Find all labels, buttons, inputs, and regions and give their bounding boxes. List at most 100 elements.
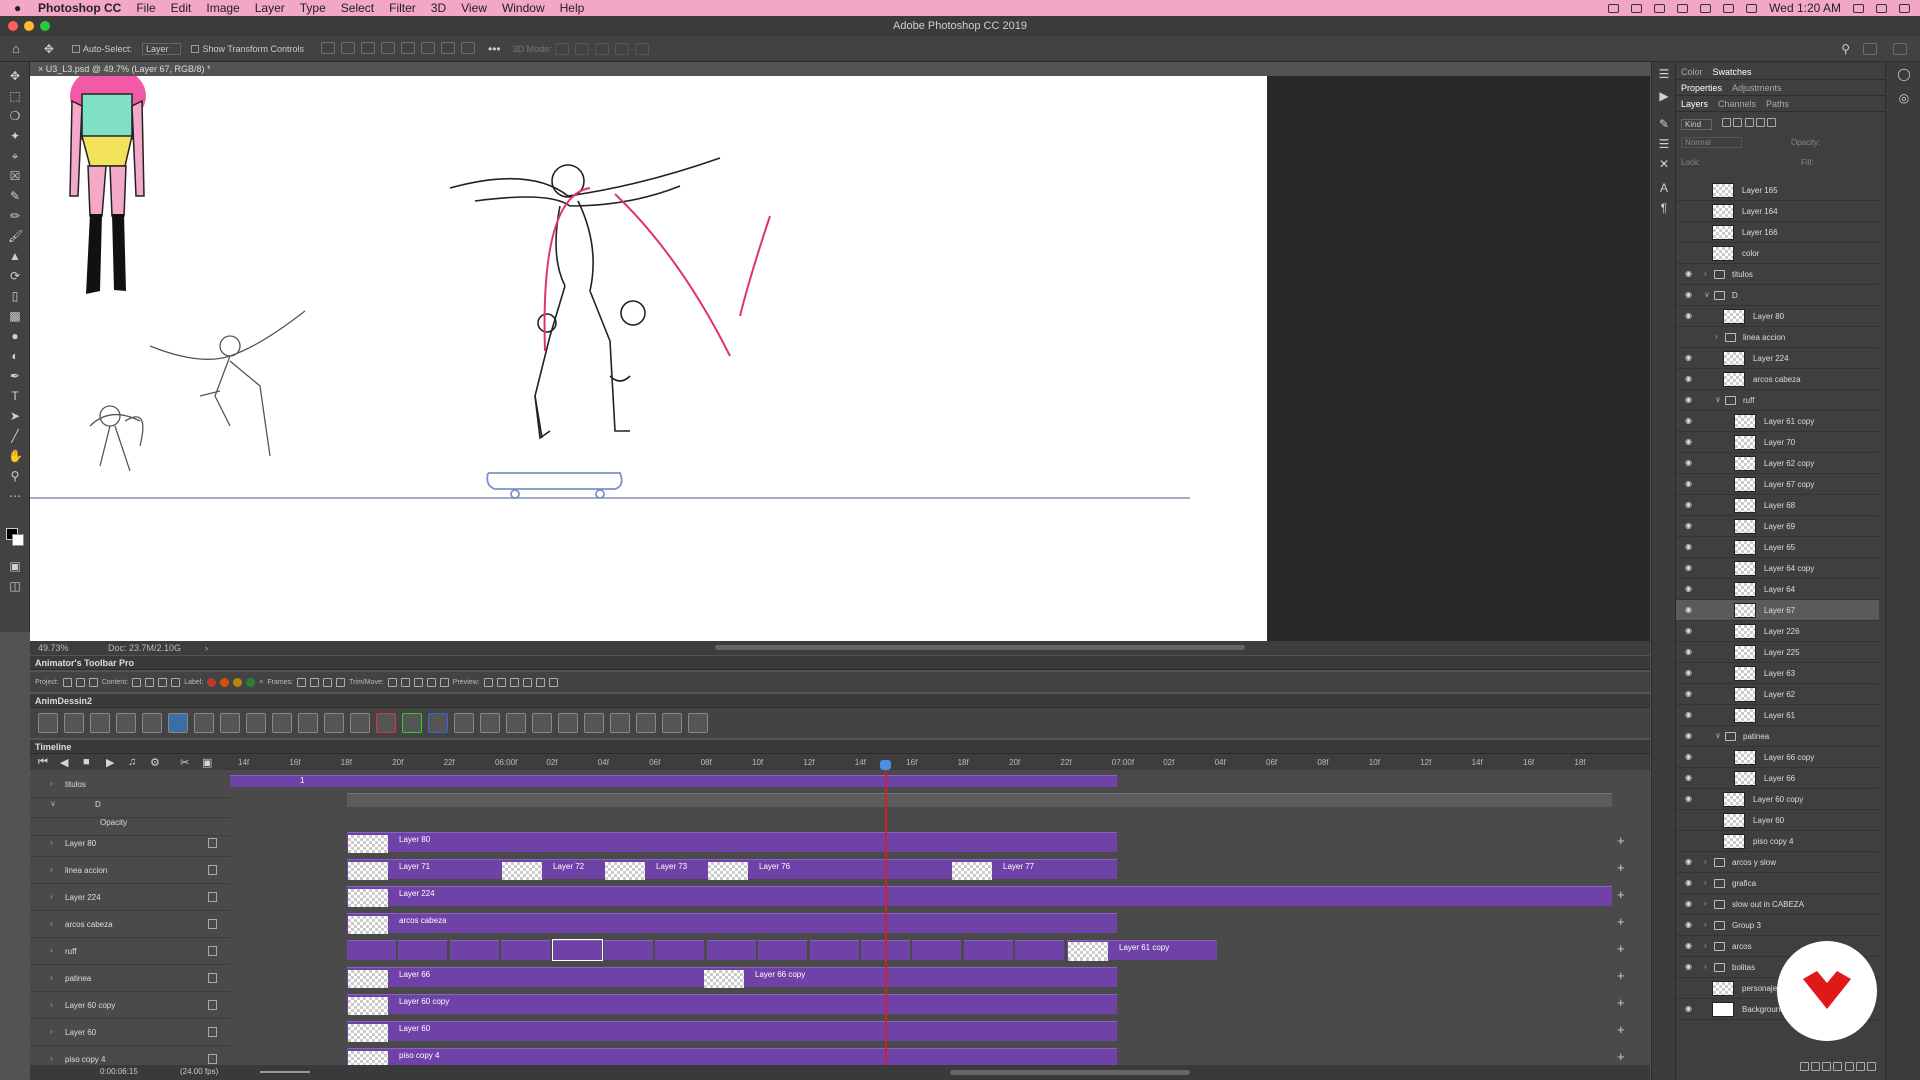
delete-layer-icon[interactable] bbox=[1867, 1062, 1876, 1071]
layer-row[interactable]: › linea accion bbox=[1676, 327, 1879, 348]
add-media-icon[interactable]: + bbox=[1617, 1049, 1625, 1064]
layer-row[interactable]: ◉ › Group 3 bbox=[1676, 915, 1879, 936]
eye-icon[interactable]: ◉ bbox=[1685, 270, 1694, 278]
timeline-clip[interactable]: Layer 224 bbox=[347, 886, 1612, 907]
distribute-icon[interactable] bbox=[441, 41, 456, 54]
menu-filter[interactable]: Filter bbox=[389, 1, 416, 15]
brush-settings-icon[interactable]: ✎ bbox=[1657, 118, 1671, 130]
menu-window[interactable]: Window bbox=[502, 1, 545, 15]
doc-size[interactable]: Doc: 23.7M/2.10G bbox=[108, 641, 181, 655]
move-tool-icon[interactable]: ✥ bbox=[44, 42, 54, 56]
timecode[interactable]: 0:00:06:15 bbox=[100, 1067, 138, 1076]
lasso-tool-icon[interactable]: ❍ bbox=[8, 110, 22, 122]
menu-file[interactable]: File bbox=[136, 1, 155, 15]
healing-brush-icon[interactable]: ✏ bbox=[8, 210, 22, 222]
preview-play-icon[interactable] bbox=[535, 677, 545, 687]
track-film-icon[interactable] bbox=[208, 865, 217, 875]
menu-layer[interactable]: Layer bbox=[255, 1, 285, 15]
layer-row[interactable]: ◉ Layer 225 bbox=[1676, 642, 1879, 663]
timeline-clip[interactable]: Layer 71 bbox=[347, 859, 501, 880]
dodge-tool-icon[interactable]: ◐ bbox=[8, 350, 22, 362]
eye-icon[interactable]: ◉ bbox=[1685, 564, 1694, 572]
preview-bulb-icon[interactable] bbox=[548, 677, 558, 687]
group-bar[interactable] bbox=[347, 793, 1612, 807]
align-left-icon[interactable] bbox=[321, 41, 336, 54]
anim-film-icon[interactable] bbox=[480, 713, 500, 733]
move-tool-icon[interactable]: ✥ bbox=[8, 70, 22, 82]
track-expand-icon[interactable]: › bbox=[50, 865, 53, 874]
eye-icon[interactable]: ◉ bbox=[1685, 354, 1694, 362]
menu-select[interactable]: Select bbox=[341, 1, 374, 15]
tab-adjustments[interactable]: Adjustments bbox=[1732, 83, 1782, 93]
expand-arrow-icon[interactable]: › bbox=[1704, 878, 1707, 887]
layer-row[interactable]: ◉ Layer 63 bbox=[1676, 663, 1879, 684]
stamp-tool-icon[interactable]: ▲ bbox=[8, 250, 22, 262]
eye-icon[interactable]: ◉ bbox=[1685, 543, 1694, 551]
eye-icon[interactable]: ◉ bbox=[1685, 774, 1694, 782]
layer-row[interactable]: ◉ Layer 226 bbox=[1676, 621, 1879, 642]
trim-gear-icon[interactable] bbox=[413, 677, 423, 687]
tab-layers[interactable]: Layers bbox=[1681, 99, 1708, 109]
eye-icon[interactable]: ◉ bbox=[1685, 795, 1694, 803]
3d-pan-icon[interactable] bbox=[594, 42, 609, 55]
layer-row[interactable]: ◉ Layer 61 bbox=[1676, 705, 1879, 726]
add-media-icon[interactable]: + bbox=[1617, 968, 1625, 983]
track-film-icon[interactable] bbox=[208, 892, 217, 902]
eye-icon[interactable]: ◉ bbox=[1685, 690, 1694, 698]
eye-icon[interactable]: ◉ bbox=[1685, 417, 1694, 425]
anim-stamp-icon[interactable] bbox=[688, 713, 708, 733]
layer-row[interactable]: Layer 60 bbox=[1676, 810, 1879, 831]
track-expand-icon[interactable]: › bbox=[50, 779, 53, 788]
lightbulb-icon[interactable]: ◯ bbox=[1897, 68, 1911, 80]
trim-move-icon[interactable] bbox=[439, 677, 449, 687]
eye-icon[interactable]: ◉ bbox=[1685, 438, 1694, 446]
audio-icon[interactable]: ♫ bbox=[128, 756, 136, 768]
add-media-icon[interactable]: + bbox=[1617, 833, 1625, 848]
zoom-level[interactable]: 49.73% bbox=[38, 641, 69, 655]
expand-arrow-icon[interactable]: ∨ bbox=[1715, 731, 1721, 740]
timeline-clip[interactable]: Layer 60 copy bbox=[347, 994, 1117, 1015]
quick-mask-icon[interactable]: ▣ bbox=[8, 560, 22, 572]
timeline-frame-clip[interactable] bbox=[449, 940, 499, 960]
distribute-v-icon[interactable] bbox=[461, 41, 476, 54]
transition-icon[interactable]: ▣ bbox=[202, 756, 212, 769]
eye-icon[interactable]: ◉ bbox=[1685, 522, 1694, 530]
content-gear-icon[interactable] bbox=[158, 677, 168, 687]
track-expand-icon[interactable]: › bbox=[50, 1027, 53, 1036]
layer-row[interactable]: piso copy 4 bbox=[1676, 831, 1879, 852]
new-project-icon[interactable] bbox=[62, 677, 72, 687]
workspace-icon[interactable] bbox=[1863, 42, 1877, 55]
eye-icon[interactable]: ◉ bbox=[1685, 879, 1694, 887]
preview-range-icon[interactable] bbox=[496, 677, 506, 687]
link-layers-icon[interactable] bbox=[1799, 1062, 1809, 1071]
content-brush-icon[interactable] bbox=[132, 677, 142, 687]
timeline-ruler[interactable]: 14f 16f 18f 20f 22f 06:00f 02f 04f 06f 08f 10f 12f 1… bbox=[230, 754, 1642, 770]
gradient-tool-icon[interactable]: ▩ bbox=[8, 310, 22, 322]
timeline-clip[interactable]: arcos cabeza bbox=[347, 913, 1117, 934]
layer-row[interactable]: ◉ Layer 65 bbox=[1676, 537, 1879, 558]
menu-help[interactable]: Help bbox=[560, 1, 585, 15]
tab-color[interactable]: Color bbox=[1681, 67, 1703, 77]
timeline-track-header[interactable]: › Layer 60 + bbox=[30, 1019, 1625, 1046]
anim-new-frame-icon[interactable] bbox=[142, 713, 162, 733]
anim-save-icon[interactable] bbox=[116, 713, 136, 733]
new-layer-icon[interactable] bbox=[1855, 1062, 1865, 1071]
auto-select-checkbox[interactable] bbox=[71, 45, 80, 54]
add-media-icon[interactable]: + bbox=[1617, 860, 1625, 875]
filter-smart-icon[interactable] bbox=[1767, 118, 1777, 127]
label-yellow-button[interactable] bbox=[233, 677, 243, 687]
eye-icon[interactable]: ◉ bbox=[1685, 963, 1694, 971]
filter-kind-dropdown[interactable]: Kind bbox=[1681, 119, 1713, 130]
marquee-tool-icon[interactable]: ⬚ bbox=[8, 90, 22, 102]
apple-icon[interactable]: ● bbox=[14, 2, 28, 14]
filter-pixel-icon[interactable] bbox=[1722, 118, 1732, 127]
playhead-handle[interactable] bbox=[880, 760, 891, 770]
layer-row[interactable]: ◉ Layer 66 copy bbox=[1676, 747, 1879, 768]
timeline-frame-clip[interactable] bbox=[758, 940, 808, 960]
user-icon[interactable] bbox=[1876, 3, 1887, 13]
timeline-clip[interactable]: Layer 76 bbox=[707, 859, 951, 880]
bluetooth-icon[interactable] bbox=[1677, 3, 1689, 13]
eye-icon[interactable]: ◉ bbox=[1685, 375, 1694, 383]
more-tools-icon[interactable]: ⋯ bbox=[8, 490, 22, 502]
menu-app-name[interactable]: Photoshop CC bbox=[38, 1, 121, 15]
